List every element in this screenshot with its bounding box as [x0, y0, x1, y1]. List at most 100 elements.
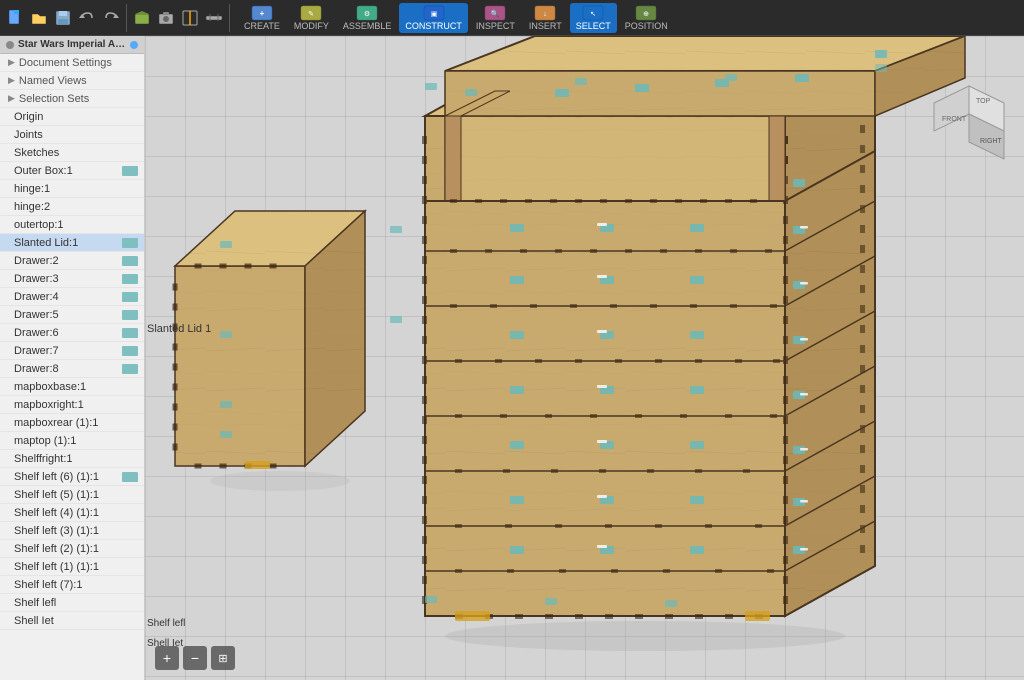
- hinge2-label: hinge:2: [14, 201, 50, 213]
- sidebar-item-outer-box[interactable]: Outer Box:1: [0, 162, 144, 180]
- sidebar-item-shelffright[interactable]: Shelffright:1: [0, 450, 144, 468]
- sidebar-item-drawer8[interactable]: Drawer:8: [0, 360, 144, 378]
- inspect-group[interactable]: 🔍 INSPECT: [470, 3, 521, 33]
- inspect-group-icon: 🔍: [484, 5, 506, 21]
- sidebar-item-mapboxbase[interactable]: mapboxbase:1: [0, 378, 144, 396]
- undo-button[interactable]: [76, 7, 98, 29]
- svg-text:⚙: ⚙: [364, 10, 370, 18]
- shelf-left-7-label: Shelf left (7):1: [14, 579, 82, 591]
- section-button[interactable]: [179, 7, 201, 29]
- sidebar-item-sketches[interactable]: Sketches: [0, 144, 144, 162]
- sidebar-item-shelf-left-5[interactable]: Shelf left (5) (1):1: [0, 486, 144, 504]
- modify-group-icon: ✎: [300, 5, 322, 21]
- document-settings-label: Document Settings: [19, 57, 112, 69]
- assemble-group[interactable]: ⚙ ASSEMBLE: [337, 3, 398, 33]
- save-button[interactable]: [52, 7, 74, 29]
- select-group[interactable]: ↖ SELECT: [570, 3, 617, 33]
- sidebar-item-shelf-left-4[interactable]: Shelf left (4) (1):1: [0, 504, 144, 522]
- sidebar-item-drawer7[interactable]: Drawer:7: [0, 342, 144, 360]
- open-button[interactable]: [28, 7, 50, 29]
- sidebar-item-slanted-lid[interactable]: Slanted Lid:1: [0, 234, 144, 252]
- insert-group[interactable]: ↓ INSERT: [523, 3, 568, 33]
- new-file-button[interactable]: [4, 7, 26, 29]
- hinge1-label: hinge:1: [14, 183, 50, 195]
- position-group[interactable]: ⊕ POSITION: [619, 3, 674, 33]
- sidebar-item-shelf-left-6[interactable]: Shelf left (6) (1):1: [0, 468, 144, 486]
- shelf-left-6-label: Shelf left (6) (1):1: [14, 471, 99, 483]
- zoom-in-button[interactable]: +: [155, 646, 179, 670]
- sidebar-item-shelf-left-7[interactable]: Shelf left (7):1: [0, 576, 144, 594]
- sidebar-item-drawer2[interactable]: Drawer:2: [0, 252, 144, 270]
- sidebar-item-mapboxright[interactable]: mapboxright:1: [0, 396, 144, 414]
- construct-group[interactable]: ▣ CONSTRUCT: [399, 3, 468, 33]
- sidebar-item-drawer4[interactable]: Drawer:4: [0, 288, 144, 306]
- drawer8-label: Drawer:8: [14, 363, 59, 375]
- sidebar-section-document-settings[interactable]: ▶ Document Settings: [0, 54, 144, 72]
- sidebar-item-drawer3[interactable]: Drawer:3: [0, 270, 144, 288]
- svg-text:↖: ↖: [590, 11, 596, 18]
- shelf-left-6-icon: [122, 472, 138, 482]
- origin-label: Origin: [14, 111, 43, 123]
- create-label: CREATE: [244, 21, 280, 31]
- sidebar-item-outertop[interactable]: outertop:1: [0, 216, 144, 234]
- sidebar-item-shelf-left-3[interactable]: Shelf left (3) (1):1: [0, 522, 144, 540]
- shell-iet-label: Shell Iet: [14, 615, 54, 627]
- sidebar-item-hinge1[interactable]: hinge:1: [0, 180, 144, 198]
- sidebar-item-shelf-left-1[interactable]: Shelf left (1) (1):1: [0, 558, 144, 576]
- toolbar-separator-1: [126, 4, 127, 32]
- sidebar-item-hinge2[interactable]: hinge:2: [0, 198, 144, 216]
- redo-button[interactable]: [100, 7, 122, 29]
- inspect-label: INSPECT: [476, 21, 515, 31]
- project-header[interactable]: Star Wars Imperial Assault St...: [0, 36, 144, 54]
- svg-text:↓: ↓: [544, 11, 548, 18]
- svg-text:+: +: [260, 9, 265, 18]
- arrow-icon-3: ▶: [8, 93, 15, 104]
- sidebar-item-shelf-left-2[interactable]: Shelf left (2) (1):1: [0, 540, 144, 558]
- nav-cube[interactable]: TOP FRONT RIGHT: [924, 81, 1014, 171]
- view3d-button[interactable]: [131, 7, 153, 29]
- sidebar-item-drawer5[interactable]: Drawer:5: [0, 306, 144, 324]
- svg-text:TOP: TOP: [976, 98, 991, 105]
- position-label: POSITION: [625, 21, 668, 31]
- svg-text:FRONT: FRONT: [942, 116, 967, 123]
- sidebar-item-joints[interactable]: Joints: [0, 126, 144, 144]
- fit-view-button[interactable]: ⊞: [211, 646, 235, 670]
- select-group-icon: ↖: [582, 5, 604, 21]
- open-icon: [30, 9, 48, 27]
- drawer2-icon: [122, 256, 138, 266]
- arrow-icon-2: ▶: [8, 75, 15, 86]
- nav-cube-svg: TOP FRONT RIGHT: [924, 81, 1014, 171]
- sidebar-item-shell-iet[interactable]: Shell Iet: [0, 612, 144, 630]
- zoom-out-button[interactable]: −: [183, 646, 207, 670]
- position-group-icon: ⊕: [635, 5, 657, 21]
- sidebar-item-drawer6[interactable]: Drawer:6: [0, 324, 144, 342]
- sidebar-item-origin[interactable]: Origin: [0, 108, 144, 126]
- sidebar-section-selection-sets[interactable]: ▶ Selection Sets: [0, 90, 144, 108]
- construct-group-icon: ▣: [423, 5, 445, 21]
- camera-button[interactable]: [155, 7, 177, 29]
- sidebar-item-mapboxrear[interactable]: mapboxrear (1):1: [0, 414, 144, 432]
- assemble-label: ASSEMBLE: [343, 21, 392, 31]
- measure-button[interactable]: [203, 7, 225, 29]
- shelf-left-5-label: Shelf left (5) (1):1: [14, 489, 99, 501]
- slanted-lid-icon: [122, 238, 138, 248]
- create-group[interactable]: + CREATE: [238, 3, 286, 33]
- shelf-left-3-label: Shelf left (3) (1):1: [14, 525, 99, 537]
- sidebar-item-shelf-lefl[interactable]: Shelf lefl: [0, 594, 144, 612]
- modify-label: MODIFY: [294, 21, 329, 31]
- slanted-lid-label: Slanted Lid:1: [14, 237, 78, 249]
- drawer7-icon: [122, 346, 138, 356]
- svg-text:Shelf lefl: Shelf lefl: [147, 618, 185, 629]
- modify-group[interactable]: ✎ MODIFY: [288, 3, 335, 33]
- shelf-left-1-label: Shelf left (1) (1):1: [14, 561, 99, 573]
- view-controls: + − ⊞: [155, 646, 235, 670]
- outer-box-label: Outer Box:1: [14, 165, 73, 177]
- sidebar-item-maptop[interactable]: maptop (1):1: [0, 432, 144, 450]
- maptop-label: maptop (1):1: [14, 435, 76, 447]
- insert-group-icon: ↓: [534, 5, 556, 21]
- drawer3-icon: [122, 274, 138, 284]
- outertop-label: outertop:1: [14, 219, 64, 231]
- svg-text:RIGHT: RIGHT: [980, 138, 1003, 145]
- viewport[interactable]: Slanted Lid 1 Shelf lefl Shell Iet: [145, 36, 1024, 680]
- sidebar-section-named-views[interactable]: ▶ Named Views: [0, 72, 144, 90]
